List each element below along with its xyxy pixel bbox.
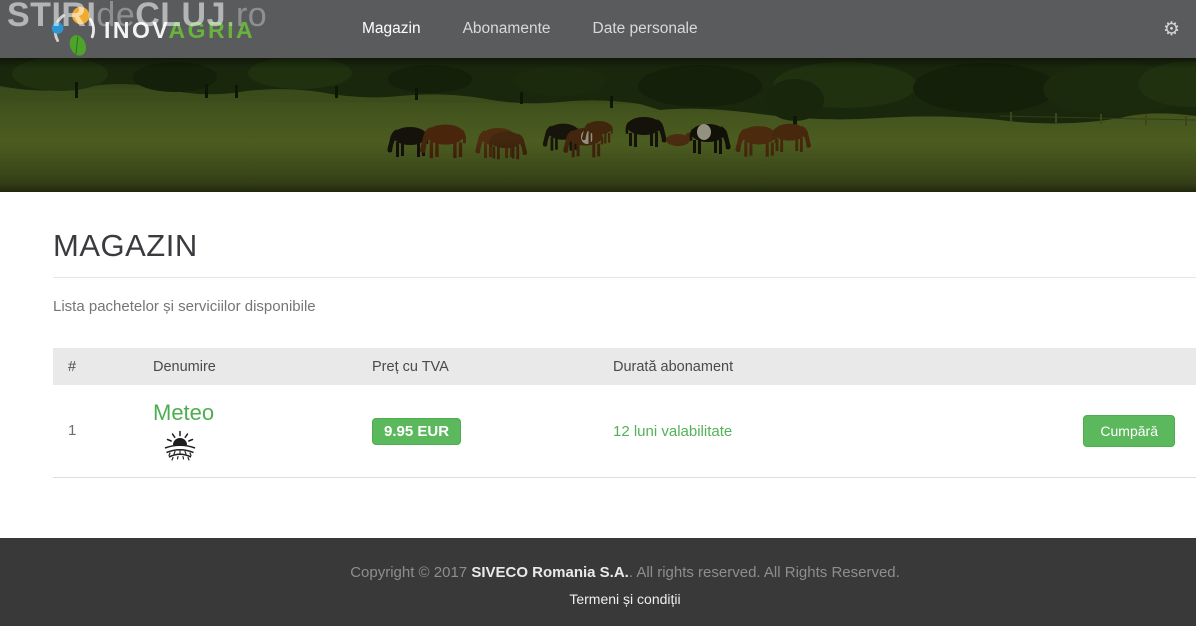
hero-image — [0, 58, 1196, 192]
nav-item-magazin[interactable]: Magazin — [341, 0, 442, 58]
pasture-cows-illustration — [0, 58, 1196, 192]
table-row: 1 Meteo — [53, 385, 1196, 478]
nav-item-date-personale[interactable]: Date personale — [572, 0, 719, 58]
inovagria-logo-icon — [48, 4, 100, 56]
terms-link[interactable]: Termeni și condiții — [54, 591, 1196, 607]
company-name: SIVECO Romania S.A. — [471, 564, 629, 581]
title-divider — [53, 277, 1196, 278]
products-table: # Denumire Preț cu TVA Durată abonament … — [53, 348, 1196, 478]
top-navigation-bar: INOVAGRIA Magazin Abonamente Date person… — [0, 0, 1196, 58]
logo-text-secondary: AGRIA — [169, 17, 256, 43]
main-nav: Magazin Abonamente Date personale — [341, 0, 719, 58]
row-index: 1 — [68, 422, 76, 439]
gear-icon[interactable]: ⚙ — [1163, 0, 1180, 58]
page-title: MAGAZIN — [53, 228, 198, 264]
price-badge: 9.95 EUR — [372, 418, 461, 445]
product-cell: Meteo — [153, 401, 372, 461]
logo[interactable]: INOVAGRIA — [48, 3, 255, 57]
col-header-pret: Preț cu TVA — [372, 359, 613, 375]
copyright-text: Copyright © 2017 SIVECO Romania S.A.. Al… — [54, 564, 1196, 581]
nav-item-abonamente[interactable]: Abonamente — [442, 0, 572, 58]
duration-text: 12 luni valabilitate — [613, 423, 732, 440]
sunrise-over-field-icon — [161, 429, 199, 461]
table-header-row: # Denumire Preț cu TVA Durată abonament — [53, 348, 1196, 385]
product-link-meteo[interactable]: Meteo — [153, 401, 214, 425]
copyright-prefix: Copyright © 2017 — [350, 564, 471, 581]
logo-text-primary: INOV — [104, 17, 169, 43]
footer: Copyright © 2017 SIVECO Romania S.A.. Al… — [0, 538, 1196, 626]
col-header-index: # — [53, 359, 153, 375]
page-subtitle: Lista pachetelor și serviciilor disponib… — [53, 298, 316, 315]
col-header-durata: Durată abonament — [613, 359, 1196, 375]
logo-text: INOVAGRIA — [104, 19, 255, 42]
col-header-denumire: Denumire — [153, 359, 372, 375]
copyright-suffix: . All rights reserved. All Rights Reserv… — [629, 564, 900, 581]
buy-button[interactable]: Cumpără — [1083, 415, 1175, 447]
